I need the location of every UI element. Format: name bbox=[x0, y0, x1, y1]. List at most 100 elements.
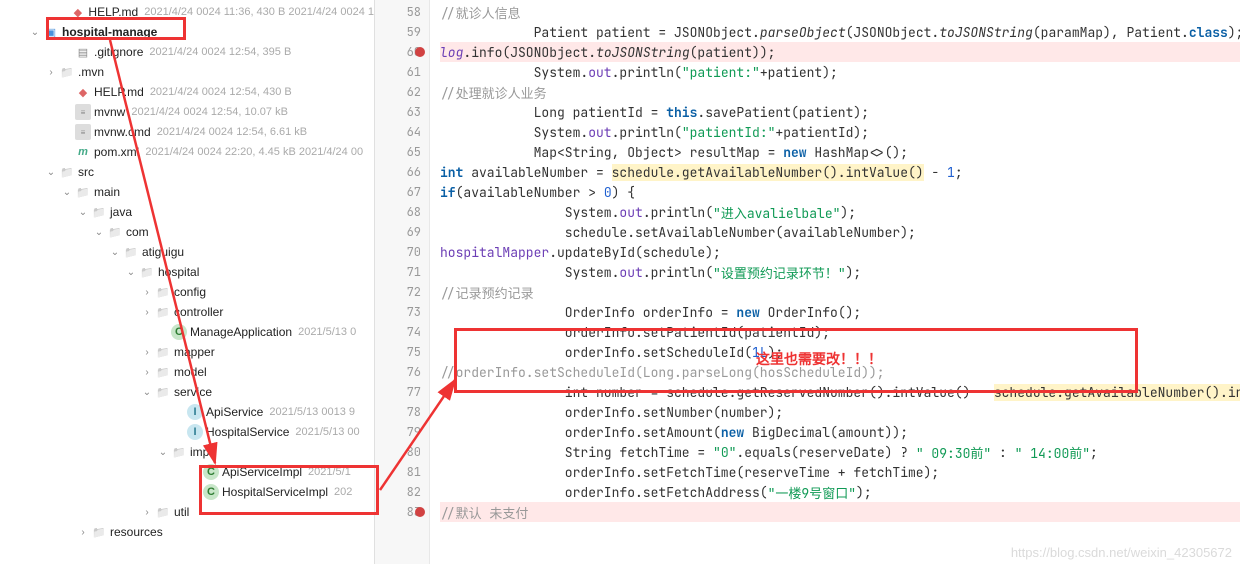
line-number[interactable]: 70 bbox=[375, 242, 429, 262]
line-number[interactable]: 67 bbox=[375, 182, 429, 202]
line-number[interactable]: 74 bbox=[375, 322, 429, 342]
line-number[interactable]: 59 bbox=[375, 22, 429, 42]
line-number[interactable]: 61 bbox=[375, 62, 429, 82]
line-number[interactable]: 77 bbox=[375, 382, 429, 402]
code-line[interactable]: System.out.println("patient:"+patient); bbox=[440, 62, 1240, 82]
code-line[interactable]: orderInfo.setFetchTime(reserveTime + fet… bbox=[440, 462, 1240, 482]
line-number[interactable]: 62 bbox=[375, 82, 429, 102]
tree-arrow-icon[interactable]: ⌄ bbox=[126, 267, 136, 278]
project-tree[interactable]: ◆HELP.md2021/4/24 0024 11:36, 430 B 2021… bbox=[0, 0, 375, 564]
tree-row[interactable]: CManageApplication2021/5/13 0 bbox=[0, 322, 374, 342]
code-line[interactable]: OrderInfo orderInfo = new OrderInfo(); bbox=[440, 302, 1240, 322]
tree-row[interactable]: ≡mvnw.cmd2021/4/24 0024 12:54, 6.61 kB bbox=[0, 122, 374, 142]
code-line[interactable]: Long patientId = this.savePatient(patien… bbox=[440, 102, 1240, 122]
tree-arrow-icon[interactable]: › bbox=[46, 67, 56, 78]
tree-arrow-icon[interactable]: › bbox=[142, 507, 152, 518]
line-number[interactable]: 66 bbox=[375, 162, 429, 182]
code-line[interactable]: orderInfo.setFetchAddress("一楼9号窗口"); bbox=[440, 482, 1240, 502]
line-number[interactable]: 60 bbox=[375, 42, 429, 62]
tree-arrow-icon[interactable]: › bbox=[142, 287, 152, 298]
tree-arrow-icon[interactable]: ⌄ bbox=[94, 227, 104, 238]
tree-row[interactable]: ›resources bbox=[0, 522, 374, 542]
tree-arrow-icon[interactable]: ⌄ bbox=[62, 187, 72, 198]
tree-row[interactable]: ▤.gitignore2021/4/24 0024 12:54, 395 B bbox=[0, 42, 374, 62]
line-number[interactable]: 79 bbox=[375, 422, 429, 442]
tree-row[interactable]: ›controller bbox=[0, 302, 374, 322]
line-number[interactable]: 75 bbox=[375, 342, 429, 362]
tree-row[interactable]: ⌄com bbox=[0, 222, 374, 242]
code-line[interactable]: System.out.println("patientId:"+patientI… bbox=[440, 122, 1240, 142]
tree-arrow-icon[interactable]: › bbox=[142, 307, 152, 318]
code-line[interactable]: log.info(JSONObject.toJSONString(patient… bbox=[440, 42, 1240, 62]
tree-row[interactable]: ⌄atiguigu bbox=[0, 242, 374, 262]
code-line[interactable]: orderInfo.setScheduleId(1L); bbox=[440, 342, 1240, 362]
line-number[interactable]: 64 bbox=[375, 122, 429, 142]
code-editor[interactable]: //就诊人信息 Patient patient = JSONObject.par… bbox=[430, 0, 1240, 564]
line-number[interactable]: 78 bbox=[375, 402, 429, 422]
tree-item-name: pom.xml bbox=[94, 145, 139, 159]
tree-row[interactable]: ⌄impl bbox=[0, 442, 374, 462]
tree-arrow-icon[interactable]: ⌄ bbox=[158, 447, 168, 458]
tree-item-meta: 2021/4/24 0024 12:54, 430 B bbox=[150, 86, 292, 98]
tree-row[interactable]: mpom.xml2021/4/24 0024 22:20, 4.45 kB 20… bbox=[0, 142, 374, 162]
tree-arrow-icon[interactable]: › bbox=[142, 347, 152, 358]
line-number[interactable]: 63 bbox=[375, 102, 429, 122]
code-line[interactable]: schedule.setAvailableNumber(availableNum… bbox=[440, 222, 1240, 242]
tree-row[interactable]: ›.mvn bbox=[0, 62, 374, 82]
tree-arrow-icon[interactable]: ⌄ bbox=[46, 167, 56, 178]
tree-row[interactable]: CHospitalServiceImpl202 bbox=[0, 482, 374, 502]
line-number[interactable]: 80 bbox=[375, 442, 429, 462]
code-line[interactable]: if(availableNumber > 0) { bbox=[440, 182, 1240, 202]
tree-row[interactable]: ›model bbox=[0, 362, 374, 382]
line-number[interactable]: 71 bbox=[375, 262, 429, 282]
line-number[interactable]: 76 bbox=[375, 362, 429, 382]
code-line[interactable]: //默认 未支付 bbox=[440, 502, 1240, 522]
code-line[interactable]: orderInfo.setAmount(new BigDecimal(amoun… bbox=[440, 422, 1240, 442]
code-line[interactable]: System.out.println("设置预约记录环节！"); bbox=[440, 262, 1240, 282]
tree-row[interactable]: ›config bbox=[0, 282, 374, 302]
tree-row[interactable]: IApiService2021/5/13 0013 9 bbox=[0, 402, 374, 422]
tree-arrow-icon[interactable]: › bbox=[78, 527, 88, 538]
code-line[interactable]: int number = schedule.getReservedNumber(… bbox=[440, 382, 1240, 402]
tree-arrow-icon[interactable]: › bbox=[142, 367, 152, 378]
line-number[interactable]: 82 bbox=[375, 482, 429, 502]
tree-row[interactable]: ›mapper bbox=[0, 342, 374, 362]
code-line[interactable]: Map<String, Object> resultMap = new Hash… bbox=[440, 142, 1240, 162]
tree-row[interactable]: CApiServiceImpl2021/5/1 bbox=[0, 462, 374, 482]
code-line[interactable]: orderInfo.setPatientId(patientId); bbox=[440, 322, 1240, 342]
tree-row[interactable]: ⌄src bbox=[0, 162, 374, 182]
line-number[interactable]: 72 bbox=[375, 282, 429, 302]
tree-arrow-icon[interactable]: ⌄ bbox=[30, 27, 40, 38]
tree-row[interactable]: ⌄java bbox=[0, 202, 374, 222]
line-number[interactable]: 81 bbox=[375, 462, 429, 482]
tree-row[interactable]: ›util bbox=[0, 502, 374, 522]
code-line[interactable]: //就诊人信息 bbox=[440, 2, 1240, 22]
tree-arrow-icon[interactable]: ⌄ bbox=[110, 247, 120, 258]
code-line[interactable]: //orderInfo.setScheduleId(Long.parseLong… bbox=[440, 362, 1240, 382]
tree-row[interactable]: ⌄main bbox=[0, 182, 374, 202]
code-line[interactable]: String fetchTime = "0".equals(reserveDat… bbox=[440, 442, 1240, 462]
folder-icon bbox=[75, 184, 91, 200]
line-number[interactable]: 69 bbox=[375, 222, 429, 242]
code-line[interactable]: //处理就诊人业务 bbox=[440, 82, 1240, 102]
tree-row[interactable]: ≡mvnw2021/4/24 0024 12:54, 10.07 kB bbox=[0, 102, 374, 122]
line-number[interactable]: 83 bbox=[375, 502, 429, 522]
tree-row[interactable]: ⌄▣hospital-manage bbox=[0, 22, 374, 42]
tree-arrow-icon[interactable]: ⌄ bbox=[142, 387, 152, 398]
line-number[interactable]: 58 bbox=[375, 2, 429, 22]
tree-row[interactable]: ◆HELP.md2021/4/24 0024 12:54, 430 B bbox=[0, 82, 374, 102]
code-line[interactable]: //记录预约记录 bbox=[440, 282, 1240, 302]
tree-arrow-icon[interactable]: ⌄ bbox=[78, 207, 88, 218]
tree-row[interactable]: ⌄service bbox=[0, 382, 374, 402]
code-line[interactable]: Patient patient = JSONObject.parseObject… bbox=[440, 22, 1240, 42]
code-line[interactable]: hospitalMapper.updateById(schedule); bbox=[440, 242, 1240, 262]
code-line[interactable]: orderInfo.setNumber(number); bbox=[440, 402, 1240, 422]
code-line[interactable]: int availableNumber = schedule.getAvaila… bbox=[440, 162, 1240, 182]
line-number[interactable]: 65 bbox=[375, 142, 429, 162]
line-number[interactable]: 73 bbox=[375, 302, 429, 322]
code-line[interactable]: System.out.println("进入avalielbale"); bbox=[440, 202, 1240, 222]
tree-row[interactable]: IHospitalService2021/5/13 00 bbox=[0, 422, 374, 442]
line-number[interactable]: 68 bbox=[375, 202, 429, 222]
tree-row[interactable]: ⌄hospital bbox=[0, 262, 374, 282]
tree-row[interactable]: ◆HELP.md2021/4/24 0024 11:36, 430 B 2021… bbox=[0, 2, 374, 22]
